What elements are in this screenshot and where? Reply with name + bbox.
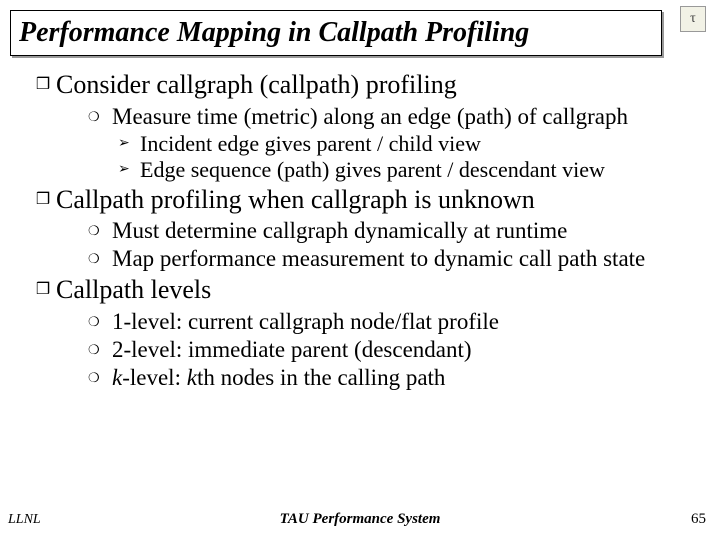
circle-bullet-icon [88, 217, 112, 245]
content-area: Consider callgraph (callpath) profiling … [30, 68, 700, 392]
footer-center: TAU Performance System [0, 511, 720, 528]
circle-bullet-icon [88, 336, 112, 364]
bullet-level1: Callpath levels [30, 275, 700, 306]
bullet-level2: Must determine callgraph dynamically at … [88, 217, 700, 245]
square-bullet-icon [30, 70, 56, 100]
page-number: 65 [691, 511, 706, 528]
square-bullet-icon [30, 275, 56, 305]
circle-bullet-icon [88, 308, 112, 336]
circle-bullet-icon [88, 103, 112, 131]
text-fragment: -level: [122, 365, 187, 390]
arrow-bullet-icon [118, 131, 140, 157]
circle-bullet-icon [88, 245, 112, 273]
bullet-level2: Map performance measurement to dynamic c… [88, 245, 700, 273]
bullet-text: 1-level: current callgraph node/flat pro… [112, 308, 700, 335]
text-fragment: th nodes in the calling path [197, 365, 445, 390]
bullet-text: 2-level: immediate parent (descendant) [112, 336, 700, 363]
title-box: Performance Mapping in Callpath Profilin… [10, 10, 662, 56]
slide-title: Performance Mapping in Callpath Profilin… [19, 17, 529, 49]
arrow-bullet-icon [118, 157, 140, 183]
square-bullet-icon [30, 185, 56, 215]
bullet-level2: 1-level: current callgraph node/flat pro… [88, 308, 700, 336]
bullet-level2: k-level: kth nodes in the calling path [88, 364, 700, 392]
bullet-text: Edge sequence (path) gives parent / desc… [140, 157, 700, 183]
tau-logo-letter: τ [690, 11, 696, 27]
bullet-text: Measure time (metric) along an edge (pat… [112, 103, 700, 130]
bullet-level2: 2-level: immediate parent (descendant) [88, 336, 700, 364]
tau-logo-icon: τ [680, 6, 706, 32]
bullet-level2: Measure time (metric) along an edge (pat… [88, 103, 700, 131]
bullet-text: Map performance measurement to dynamic c… [112, 245, 700, 272]
bullet-text: Incident edge gives parent / child view [140, 131, 700, 157]
bullet-level1: Consider callgraph (callpath) profiling [30, 70, 700, 101]
bullet-text: Callpath profiling when callgraph is unk… [56, 185, 700, 216]
k-italic: k [112, 365, 122, 390]
slide: Performance Mapping in Callpath Profilin… [0, 0, 720, 540]
bullet-level3: Incident edge gives parent / child view [118, 131, 700, 157]
k-italic: k [187, 365, 197, 390]
bullet-text: k-level: kth nodes in the calling path [112, 364, 700, 391]
bullet-level3: Edge sequence (path) gives parent / desc… [118, 157, 700, 183]
circle-bullet-icon [88, 364, 112, 392]
bullet-level1: Callpath profiling when callgraph is unk… [30, 185, 700, 216]
bullet-text: Must determine callgraph dynamically at … [112, 217, 700, 244]
bullet-text: Callpath levels [56, 275, 700, 306]
bullet-text: Consider callgraph (callpath) profiling [56, 70, 700, 101]
